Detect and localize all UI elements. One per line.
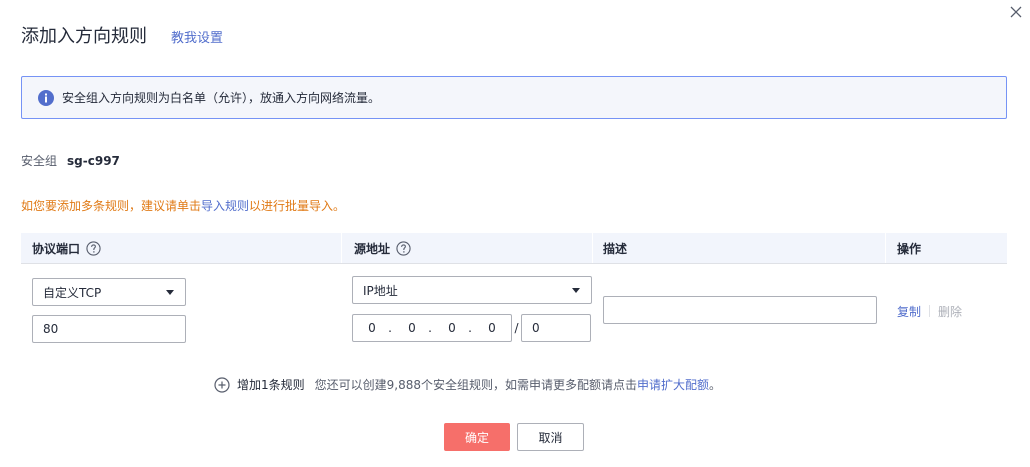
protocol-select-value: 自定义TCP <box>43 285 102 300</box>
header-source-label: 源地址 <box>354 241 391 256</box>
port-input[interactable]: 80 <box>32 315 186 343</box>
description-input[interactable] <box>603 296 877 324</box>
protocol-select[interactable]: 自定义TCP <box>32 278 186 306</box>
delete-link[interactable]: 删除 <box>938 303 962 320</box>
add-circle-icon[interactable] <box>214 376 230 393</box>
security-group-label: 安全组 <box>21 154 58 168</box>
info-text: 安全组入方向规则为白名单（允许），放通入方向网络流量。 <box>62 91 381 105</box>
close-icon[interactable] <box>1008 4 1024 20</box>
batch-tip-prefix: 如您要添加多条规则，建议请单击 <box>21 199 202 213</box>
ip-dot: . <box>428 321 432 335</box>
header-operation: 操作 <box>897 233 921 263</box>
caret-down-icon <box>166 290 174 295</box>
ip-octet-4[interactable]: 0 <box>485 315 499 341</box>
header-divider <box>341 233 342 263</box>
header-protocol-port: 协议端口 <box>32 233 101 263</box>
ip-address-input[interactable]: 0 . 0 . 0 . 0 <box>352 314 512 342</box>
header-description-label: 描述 <box>603 241 628 256</box>
confirm-button[interactable]: 确定 <box>444 423 510 451</box>
import-rules-link[interactable]: 导入规则 <box>201 199 249 213</box>
header-divider <box>592 233 593 263</box>
add-inbound-rule-dialog: 添加入方向规则 教我设置 安全组入方向规则为白名单（允许），放通入方向网络流量。… <box>0 0 1030 467</box>
header-divider <box>885 233 886 263</box>
info-banner: 安全组入方向规则为白名单（允许），放通入方向网络流量。 <box>21 76 1007 119</box>
ip-octet-3[interactable]: 0 <box>445 315 459 341</box>
ip-dot: . <box>388 321 392 335</box>
add-rule-row: 增加1条规则 您还可以创建9,888个安全组规则，如需申请更多配额请点击申请扩大… <box>214 376 721 393</box>
info-icon <box>38 89 54 106</box>
question-icon[interactable] <box>86 240 101 256</box>
ip-octet-2[interactable]: 0 <box>405 315 419 341</box>
ip-dot: . <box>468 321 472 335</box>
dialog-title: 添加入方向规则 <box>21 26 147 47</box>
quota-hint-prefix: 您还可以创建9,888个安全组规则，如需申请更多配额请点击 <box>314 378 637 392</box>
batch-tip-suffix: 以进行批量导入。 <box>249 199 346 213</box>
quota-hint: 您还可以创建9,888个安全组规则，如需申请更多配额请点击申请扩大配额。 <box>315 376 721 393</box>
ip-octet-1[interactable]: 0 <box>365 315 379 341</box>
header-source: 源地址 <box>354 233 411 263</box>
question-icon[interactable] <box>396 240 411 256</box>
operation-divider <box>929 305 930 317</box>
mask-input[interactable]: 0 <box>521 314 591 342</box>
header-protocol-port-label: 协议端口 <box>32 241 81 256</box>
caret-down-icon <box>572 288 580 293</box>
port-input-value: 80 <box>43 322 59 336</box>
header-operation-label: 操作 <box>897 241 922 256</box>
header-description: 描述 <box>603 233 627 263</box>
batch-import-tip: 如您要添加多条规则，建议请单击导入规则以进行批量导入。 <box>21 197 345 214</box>
security-group-line: 安全组 sg-c997 <box>21 152 120 169</box>
security-group-name: sg-c997 <box>67 153 120 168</box>
quota-hint-suffix: 。 <box>709 378 722 392</box>
copy-link[interactable]: 复制 <box>897 303 921 320</box>
help-link[interactable]: 教我设置 <box>171 27 223 46</box>
add-rule-button[interactable]: 增加1条规则 <box>237 376 305 393</box>
dialog-header: 添加入方向规则 教我设置 <box>21 22 223 47</box>
source-type-select[interactable]: IP地址 <box>352 276 592 304</box>
mask-separator: / <box>514 321 519 335</box>
rules-table-header: 协议端口 源地址 描述 操作 <box>21 233 1007 264</box>
cancel-button[interactable]: 取消 <box>517 423 584 451</box>
apply-quota-link[interactable]: 申请扩大配额 <box>637 378 709 392</box>
mask-input-value: 0 <box>532 321 540 335</box>
source-type-value: IP地址 <box>363 283 398 298</box>
